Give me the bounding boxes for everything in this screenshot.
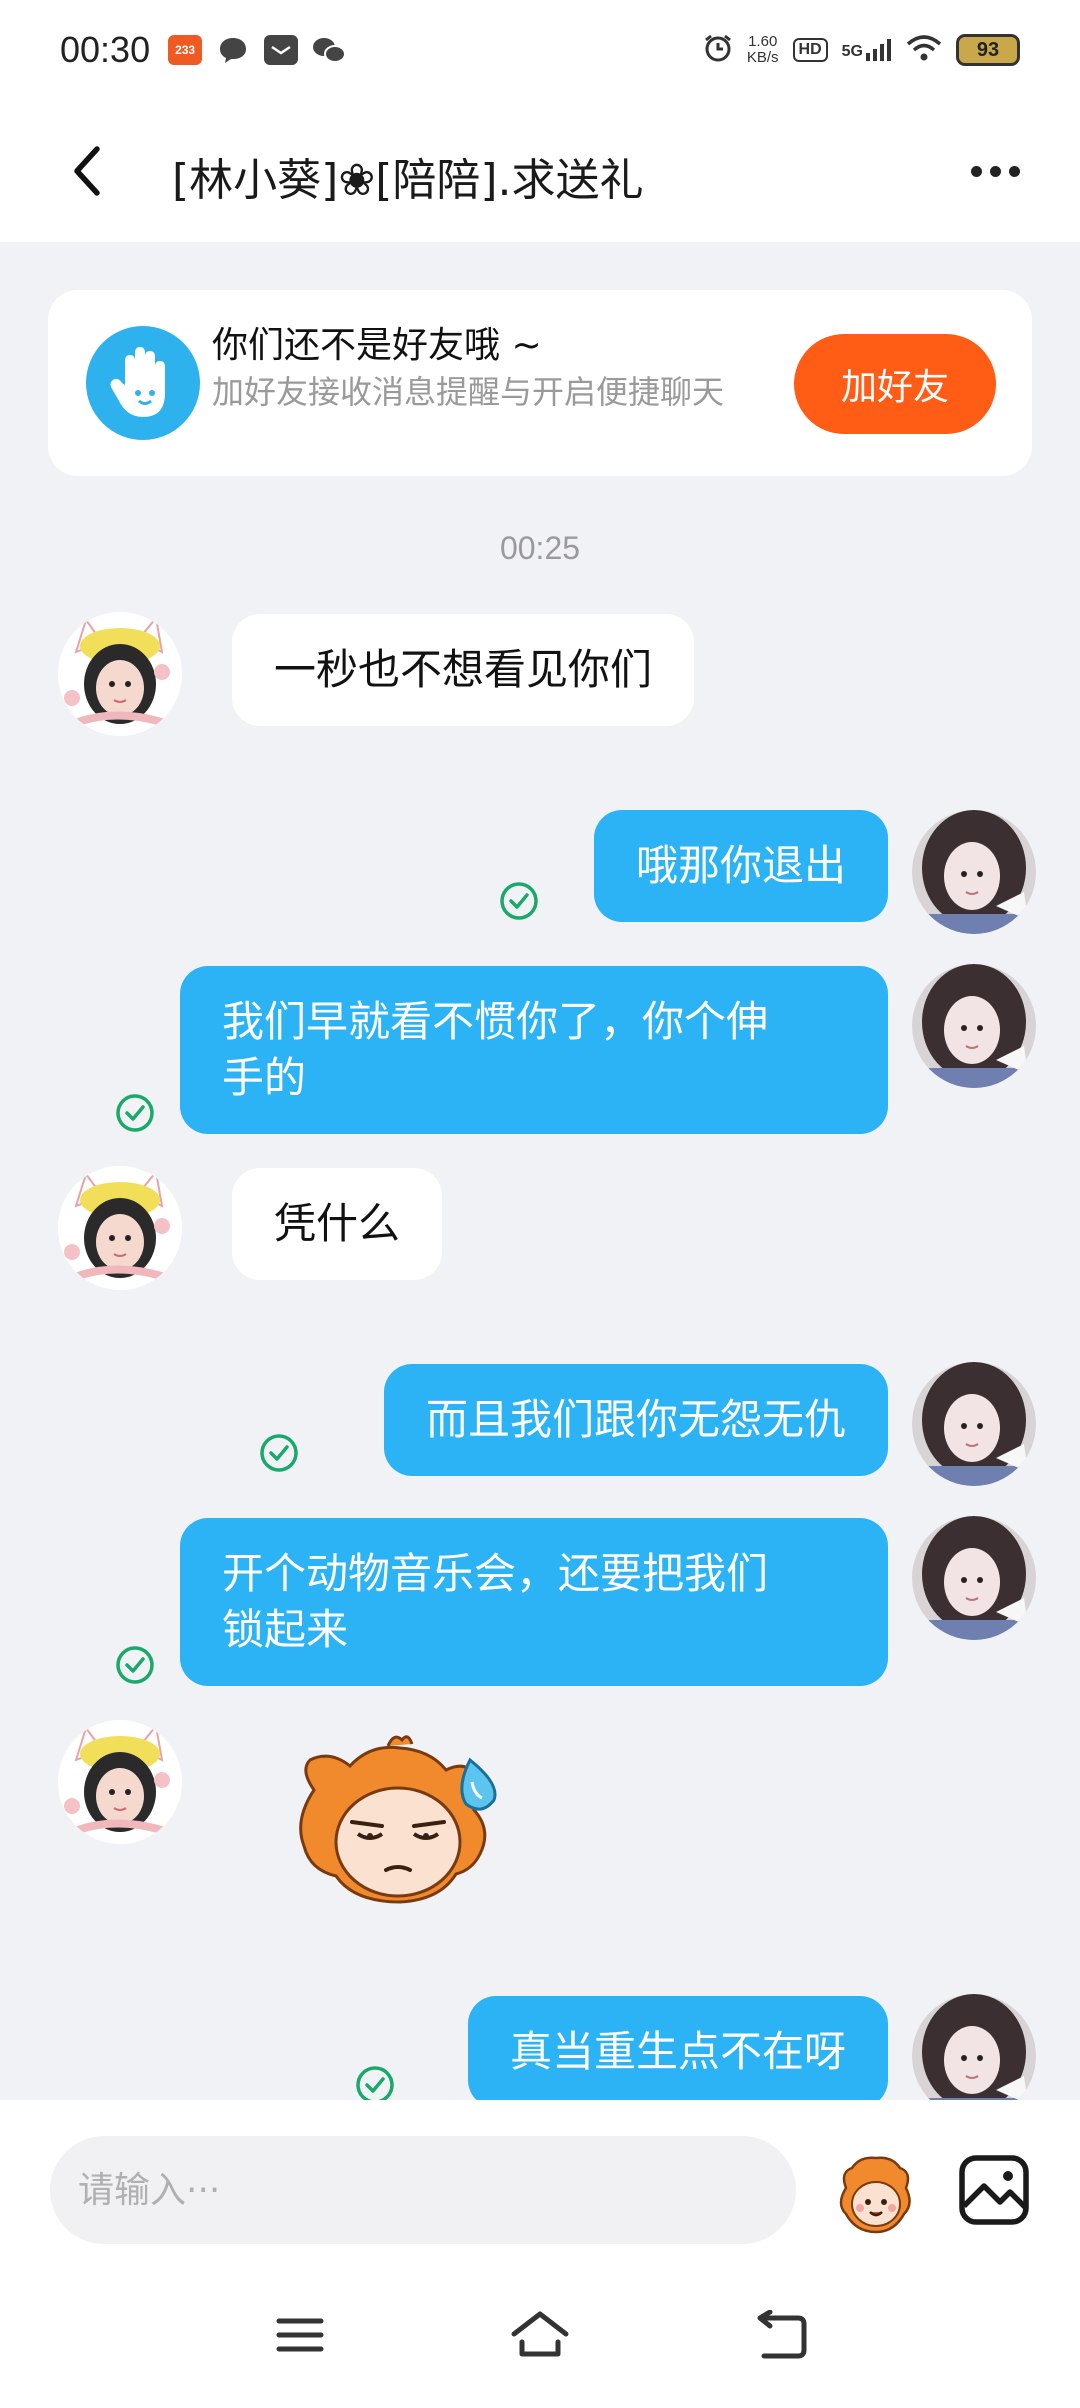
- wifi-icon: [906, 34, 942, 66]
- signal-icon: 5G: [842, 39, 892, 61]
- system-navigation-bar: [0, 2260, 1080, 2408]
- self-avatar[interactable]: [912, 964, 1036, 1088]
- more-dot: [989, 165, 1001, 177]
- status-time: 00:30: [60, 29, 151, 70]
- chat-header: [林小葵]❀[陪陪].求送礼: [0, 100, 1080, 242]
- menu-icon: [276, 2318, 324, 2352]
- network-speed: 1.60 KB/s: [747, 34, 779, 66]
- check-circle-icon: [498, 880, 540, 922]
- hand-icon: [86, 326, 200, 440]
- message-bubble-outgoing[interactable]: 我们早就看不惯你了，你个伸 手的: [180, 966, 888, 1134]
- more-horizontal-icon: [970, 165, 982, 177]
- cartoon-face-icon: [839, 2156, 911, 2234]
- alarm-icon: [703, 33, 733, 67]
- return-icon: [757, 2310, 807, 2359]
- friend-notice-title: 你们还不是好友哦 ~: [212, 325, 542, 366]
- speed-value: 1.60: [748, 33, 778, 50]
- hd-badge: HD: [792, 38, 828, 62]
- speed-unit: KB/s: [746, 49, 779, 66]
- speechless-sweat-sticker[interactable]: [270, 1730, 530, 1910]
- message-bubble-outgoing[interactable]: 真当重生点不在呀: [467, 1996, 888, 2108]
- nav-home-button[interactable]: [500, 2300, 580, 2370]
- chat-bubble-icon: [216, 35, 250, 65]
- emoji-button[interactable]: [830, 2148, 920, 2238]
- friend-notice-subtitle: 加好友接收消息提醒与开启便捷聊天: [212, 373, 725, 411]
- message-composer: [0, 2100, 1080, 2260]
- nav-back-button[interactable]: [740, 2300, 820, 2370]
- self-avatar[interactable]: [912, 1516, 1036, 1640]
- wechat-icon: [312, 35, 347, 65]
- check-circle-icon: [258, 1432, 300, 1474]
- message-bubble-outgoing[interactable]: 哦那你退出: [593, 810, 888, 922]
- app-233-icon: 233: [168, 35, 203, 65]
- more-options-button[interactable]: [960, 146, 1030, 196]
- network-type: 5G: [841, 43, 863, 60]
- message-input[interactable]: [50, 2136, 796, 2244]
- home-icon: [511, 2311, 569, 2357]
- chat-title: [林小葵]❀[陪陪].求送礼: [172, 155, 644, 206]
- friend-avatar[interactable]: [58, 612, 182, 736]
- inbox-icon: [264, 35, 299, 65]
- check-circle-icon: [114, 1092, 156, 1134]
- image-icon: [959, 2155, 1029, 2225]
- message-bubble-incoming[interactable]: 凭什么: [232, 1168, 443, 1280]
- image-button[interactable]: [956, 2152, 1032, 2228]
- chevron-left-icon: [74, 146, 100, 196]
- message-bubble-outgoing[interactable]: 而且我们跟你无怨无仇: [383, 1364, 888, 1476]
- self-avatar[interactable]: [912, 1362, 1036, 1486]
- message-bubble-incoming[interactable]: 一秒也不想看见你们: [232, 614, 695, 726]
- friend-avatar[interactable]: [58, 1720, 182, 1844]
- friend-avatar[interactable]: [58, 1166, 182, 1290]
- add-friend-button[interactable]: 加好友: [794, 334, 996, 434]
- add-friend-banner: 你们还不是好友哦 ~ 加好友接收消息提醒与开启便捷聊天 加好友: [48, 290, 1032, 476]
- battery-indicator: 93: [956, 34, 1020, 66]
- chat-timestamp: 00:25: [499, 530, 581, 566]
- message-bubble-outgoing[interactable]: 开个动物音乐会，还要把我们 锁起来: [180, 1518, 888, 1686]
- status-bar: 00:30 233 1.60 KB/s HD 5G 93: [0, 0, 1080, 100]
- more-dot: [1008, 165, 1020, 177]
- nav-menu-button[interactable]: [260, 2300, 340, 2370]
- check-circle-icon: [114, 1644, 156, 1686]
- back-button[interactable]: [56, 138, 116, 204]
- self-avatar[interactable]: [912, 810, 1036, 934]
